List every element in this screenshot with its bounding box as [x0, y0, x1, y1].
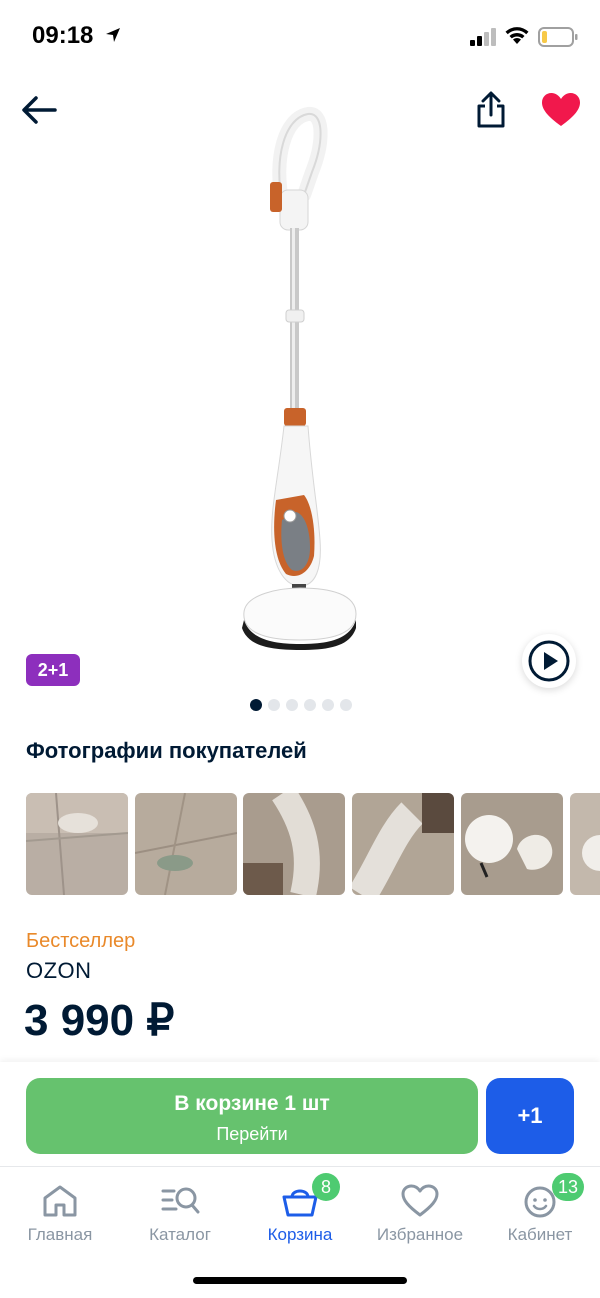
location-arrow-icon — [106, 28, 120, 42]
battery-icon — [538, 27, 578, 47]
cart-action-bar: В корзине 1 шт Перейти +1 — [0, 1062, 600, 1166]
tab-label: Главная — [27, 1225, 93, 1244]
bottom-tab-bar: Главная Каталог 8 Корзина Избранное 13 К… — [0, 1166, 600, 1298]
seller-name[interactable]: OZON — [26, 958, 92, 984]
customer-photos-strip[interactable] — [26, 793, 600, 895]
tab-label: Корзина — [267, 1225, 333, 1244]
promo-badge: 2+1 — [26, 654, 80, 686]
tab-favorites[interactable]: Избранное — [360, 1177, 480, 1247]
cellular-signal-icon — [470, 28, 496, 46]
tab-cart[interactable]: 8 Корзина — [240, 1173, 360, 1247]
heart-filled-icon — [542, 93, 580, 126]
status-bar: 09:18 — [0, 0, 600, 72]
arrow-left-icon — [22, 96, 57, 124]
in-cart-subtitle: Перейти — [216, 1124, 288, 1144]
customer-photo[interactable] — [461, 793, 563, 895]
profile-notification-badge: 13 — [552, 1173, 585, 1201]
cart-count-badge: 8 — [312, 1173, 340, 1201]
image-pager-dots — [250, 699, 352, 711]
customer-photo[interactable] — [570, 793, 600, 895]
customer-photo[interactable] — [243, 793, 345, 895]
pager-dot[interactable] — [322, 699, 334, 711]
tab-label: Избранное — [376, 1225, 464, 1244]
home-icon — [43, 1185, 77, 1217]
heart-outline-icon — [401, 1184, 439, 1217]
pager-dot[interactable] — [268, 699, 280, 711]
catalog-search-icon — [161, 1187, 200, 1214]
tab-label: Каталог — [149, 1225, 211, 1244]
home-indicator — [193, 1277, 407, 1284]
pager-dot[interactable] — [304, 699, 316, 711]
in-cart-title: В корзине 1 шт — [174, 1092, 330, 1115]
add-one-button[interactable]: +1 — [486, 1078, 574, 1154]
play-icon — [528, 640, 570, 682]
tab-label: Кабинет — [507, 1225, 573, 1244]
price: 3 990 ₽ — [24, 996, 175, 1045]
customer-photo[interactable] — [352, 793, 454, 895]
customer-photo[interactable] — [26, 793, 128, 895]
tab-profile[interactable]: 13 Кабинет — [480, 1173, 600, 1247]
back-button[interactable] — [18, 90, 60, 130]
bestseller-label: Бестселлер — [26, 930, 136, 952]
pager-dot[interactable] — [340, 699, 352, 711]
go-to-cart-button[interactable]: В корзине 1 шт Перейти — [26, 1078, 478, 1154]
play-video-button[interactable] — [522, 634, 576, 688]
tab-home[interactable]: Главная — [0, 1177, 120, 1247]
share-button[interactable] — [470, 88, 512, 132]
share-icon — [477, 91, 505, 128]
product-image[interactable] — [200, 100, 400, 660]
customer-photos-title: Фотографии покупателей — [26, 738, 307, 763]
favorite-button[interactable] — [538, 88, 584, 132]
wifi-icon — [505, 27, 529, 44]
status-time: 09:18 — [32, 22, 94, 49]
pager-dot[interactable] — [286, 699, 298, 711]
customer-photo[interactable] — [135, 793, 237, 895]
pager-dot[interactable] — [250, 699, 262, 711]
tab-catalog[interactable]: Каталог — [120, 1177, 240, 1247]
